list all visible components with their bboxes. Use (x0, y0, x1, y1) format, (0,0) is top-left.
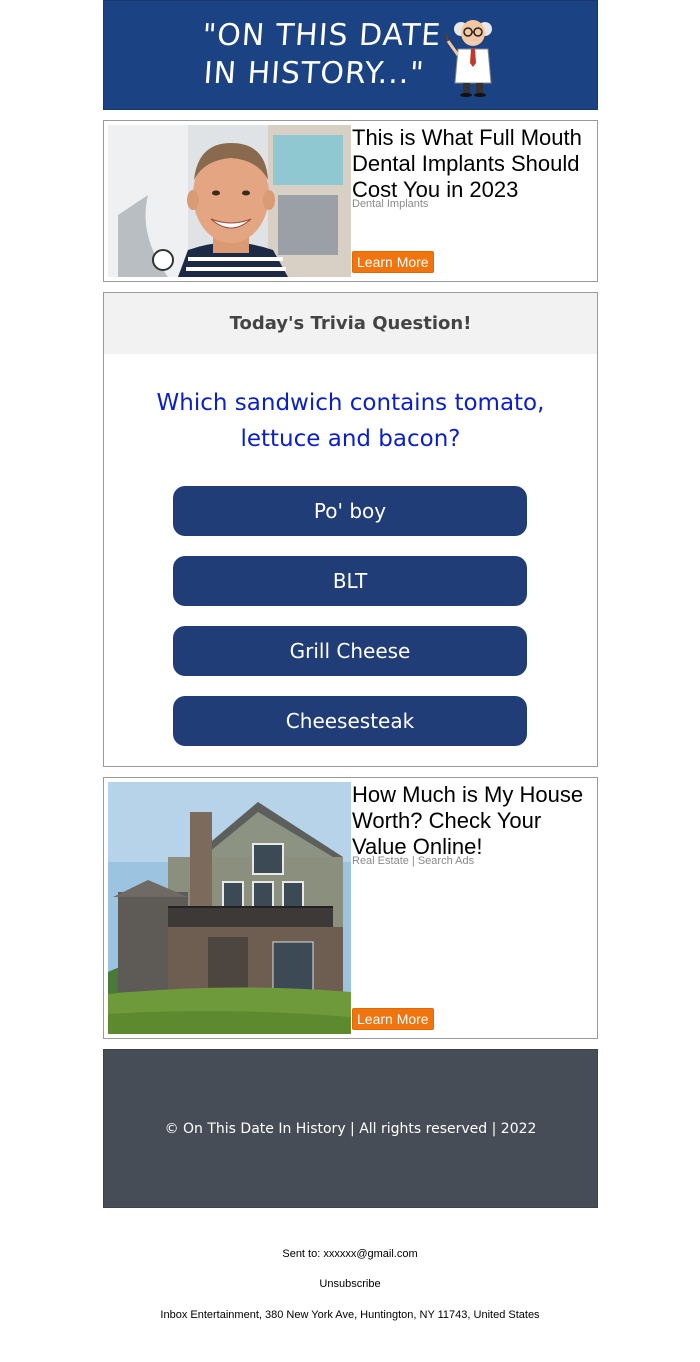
ad-title[interactable]: How Much is My House Worth? Check Your V… (352, 782, 592, 860)
trivia-question: Which sandwich contains tomato, lettuce … (156, 390, 545, 452)
unsubscribe-link[interactable]: Unsubscribe (0, 1278, 700, 1290)
logo-line-1: "ON THIS DATE (201, 18, 443, 53)
ad-dental-implants[interactable]: This is What Full Mouth Dental Implants … (103, 120, 598, 282)
ad-sponsor: Real Estate | Search Ads (352, 855, 475, 867)
answer-button-blt[interactable]: BLT (173, 556, 527, 606)
trivia-heading: Today's Trivia Question! (104, 293, 597, 354)
learn-more-button[interactable]: Learn More (352, 251, 434, 273)
ad-image-smiling-man[interactable] (108, 125, 351, 277)
answer-button-po-boy[interactable]: Po' boy (173, 486, 527, 536)
ad-title[interactable]: This is What Full Mouth Dental Implants … (352, 125, 592, 203)
logo-text: "ON THIS DATE IN HISTORY..." (198, 17, 442, 93)
header-banner: "ON THIS DATE IN HISTORY..." (103, 0, 598, 110)
learn-more-button[interactable]: Learn More (352, 1008, 434, 1030)
trivia-card: Today's Trivia Question! Which sandwich … (103, 292, 598, 767)
answer-button-grill-cheese[interactable]: Grill Cheese (173, 626, 527, 676)
ad-text: How Much is My House Worth? Check Your V… (352, 782, 592, 867)
footer: © On This Date In History | All rights r… (103, 1049, 598, 1208)
mailing-address: Inbox Entertainment, 380 New York Ave, H… (160, 1309, 540, 1321)
logo-line-2: IN HISTORY..." (202, 56, 426, 91)
logo[interactable]: "ON THIS DATE IN HISTORY..." (201, 13, 500, 97)
sent-to-text: Sent to: xxxxxx@gmail.com (282, 1248, 418, 1260)
ad-house-value[interactable]: How Much is My House Worth? Check Your V… (103, 777, 598, 1039)
professor-mascot-icon (445, 13, 500, 97)
ad-text: This is What Full Mouth Dental Implants … (352, 125, 592, 210)
copyright-text: © On This Date In History | All rights r… (164, 1120, 537, 1137)
answer-button-cheesesteak[interactable]: Cheesesteak (173, 696, 527, 746)
ad-image-house[interactable] (108, 782, 351, 1034)
